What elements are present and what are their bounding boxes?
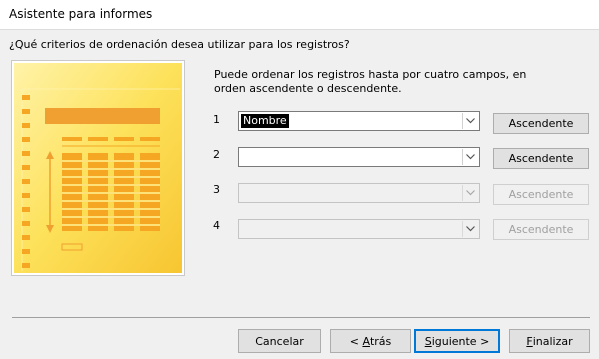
sort-order-4-button[interactable]: Ascendente [493, 219, 589, 240]
sort-row-2-number: 2 [213, 148, 220, 161]
chevron-down-icon[interactable] [462, 149, 478, 165]
sort-question: ¿Qué criterios de ordenación desea utili… [9, 38, 350, 51]
finish-rest: inalizar [532, 334, 573, 348]
sort-field-3-value [241, 186, 245, 200]
next-accel: S [424, 334, 432, 348]
sort-field-4-combobox[interactable] [238, 219, 480, 239]
sort-field-1-value: Nombre [241, 114, 289, 128]
back-accel: A [362, 334, 370, 348]
cancel-button[interactable]: Cancelar [238, 329, 321, 353]
back-prefix: < [349, 334, 363, 348]
sort-order-2-button[interactable]: Ascendente [493, 148, 589, 169]
sort-field-1-combobox[interactable]: Nombre [238, 111, 480, 131]
back-rest: trás [369, 334, 392, 348]
sort-order-3-button[interactable]: Ascendente [493, 184, 589, 205]
sort-order-1-button[interactable]: Ascendente [493, 113, 589, 134]
chevron-down-icon[interactable] [462, 221, 478, 237]
window-title: Asistente para informes [9, 7, 153, 21]
chevron-down-icon[interactable] [462, 185, 478, 201]
footer-separator [12, 317, 590, 318]
finish-button[interactable]: Finalizar [509, 329, 590, 353]
sort-field-2-combobox[interactable] [238, 147, 480, 167]
title-bar: Asistente para informes [0, 0, 599, 30]
next-rest: iguiente > [431, 334, 490, 348]
sort-row-1-number: 1 [213, 113, 220, 126]
sort-row-4-number: 4 [213, 219, 220, 232]
back-button[interactable]: < Atrás [330, 329, 411, 353]
sort-field-3-combobox[interactable] [238, 183, 480, 203]
next-button[interactable]: Siguiente > [414, 329, 500, 353]
sort-description: Puede ordenar los registros hasta por cu… [214, 68, 527, 95]
chevron-down-icon[interactable] [462, 113, 478, 129]
report-illustration-icon [11, 60, 185, 276]
sort-row-3-number: 3 [213, 183, 220, 196]
sort-field-2-value [241, 150, 245, 164]
sort-field-4-value [241, 222, 245, 236]
